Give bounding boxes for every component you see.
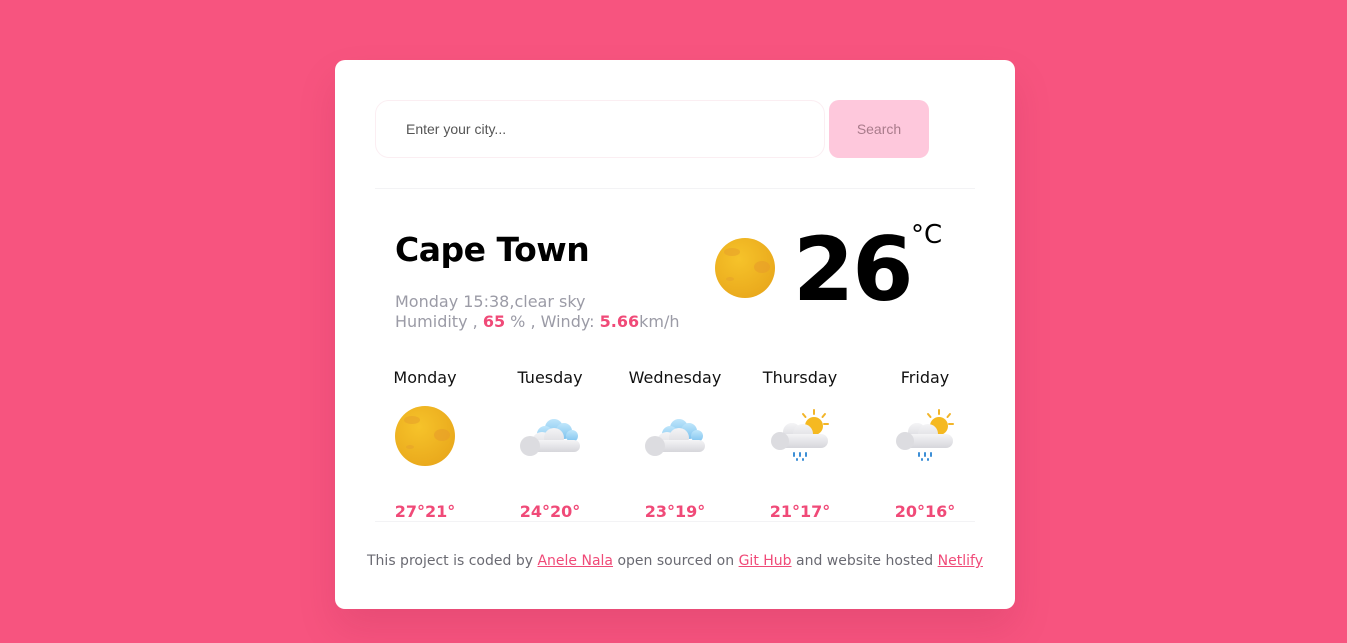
forecast-day: Wednesday 23°19° [615,360,735,525]
humidity-value: 65 [482,312,506,331]
current-details: Monday 15:38,clear sky Humidity , 65 % ,… [395,292,680,332]
forecast-temps: 24°20° [519,502,581,521]
forecast-day-name: Tuesday [517,368,583,387]
forecast-temps: 21°17° [769,502,831,521]
search-button[interactable]: Search [829,100,929,158]
footer-text: open sourced on [617,553,735,569]
author-link[interactable]: Anele Nala [537,553,613,569]
cloud-icon [645,406,705,466]
forecast-day: Monday 27°21° [365,360,485,525]
footer-text: This project is coded by [367,553,534,569]
weather-card: Search Cape Town Monday 15:38,clear sky … [335,60,1015,609]
forecast-day: Tuesday 24°20° [490,360,610,525]
sun-icon [715,238,775,298]
datetime: Monday 15:38 [395,292,510,311]
github-link[interactable]: Git Hub [739,553,792,569]
datetime-line: Monday 15:38,clear sky [395,292,586,311]
sun-icon [395,406,455,466]
wind-value: 5.66 [599,312,640,331]
forecast-day-name: Monday [393,368,457,387]
temperature-value: 26 [793,218,913,321]
footer: This project is coded by Anele Nala open… [335,553,1015,569]
bottom-divider [375,521,975,522]
forecast-temps: 20°16° [894,502,956,521]
forecast-day: Friday 20°16° [865,360,985,525]
forecast-day: Thursday 21°17° [740,360,860,525]
humidity-label: Humidity , [395,312,478,331]
forecast-day-name: Thursday [762,368,838,387]
temperature-unit: °C [911,220,943,250]
wind-unit: km/h [639,312,680,331]
forecast-temps: 27°21° [394,502,456,521]
city-name: Cape Town [395,230,590,269]
top-divider [375,188,975,189]
forecast-row: Monday 27°21° Tuesday 24°20° Wednesday 2… [375,360,995,525]
cloud-icon [520,406,580,466]
footer-text: and website hosted [796,553,934,569]
forecast-day-name: Wednesday [628,368,722,387]
sun-cloud-rain-icon [770,406,830,466]
netlify-link[interactable]: Netlify [938,553,983,569]
sun-cloud-rain-icon [895,406,955,466]
search-input[interactable] [375,100,825,158]
weather-description: clear sky [514,292,586,311]
forecast-temps: 23°19° [644,502,706,521]
humidity-unit: % , Windy: [510,312,595,331]
forecast-day-name: Friday [900,368,950,387]
humidity-wind-line: Humidity , 65 % , Windy: 5.66km/h [395,312,680,332]
